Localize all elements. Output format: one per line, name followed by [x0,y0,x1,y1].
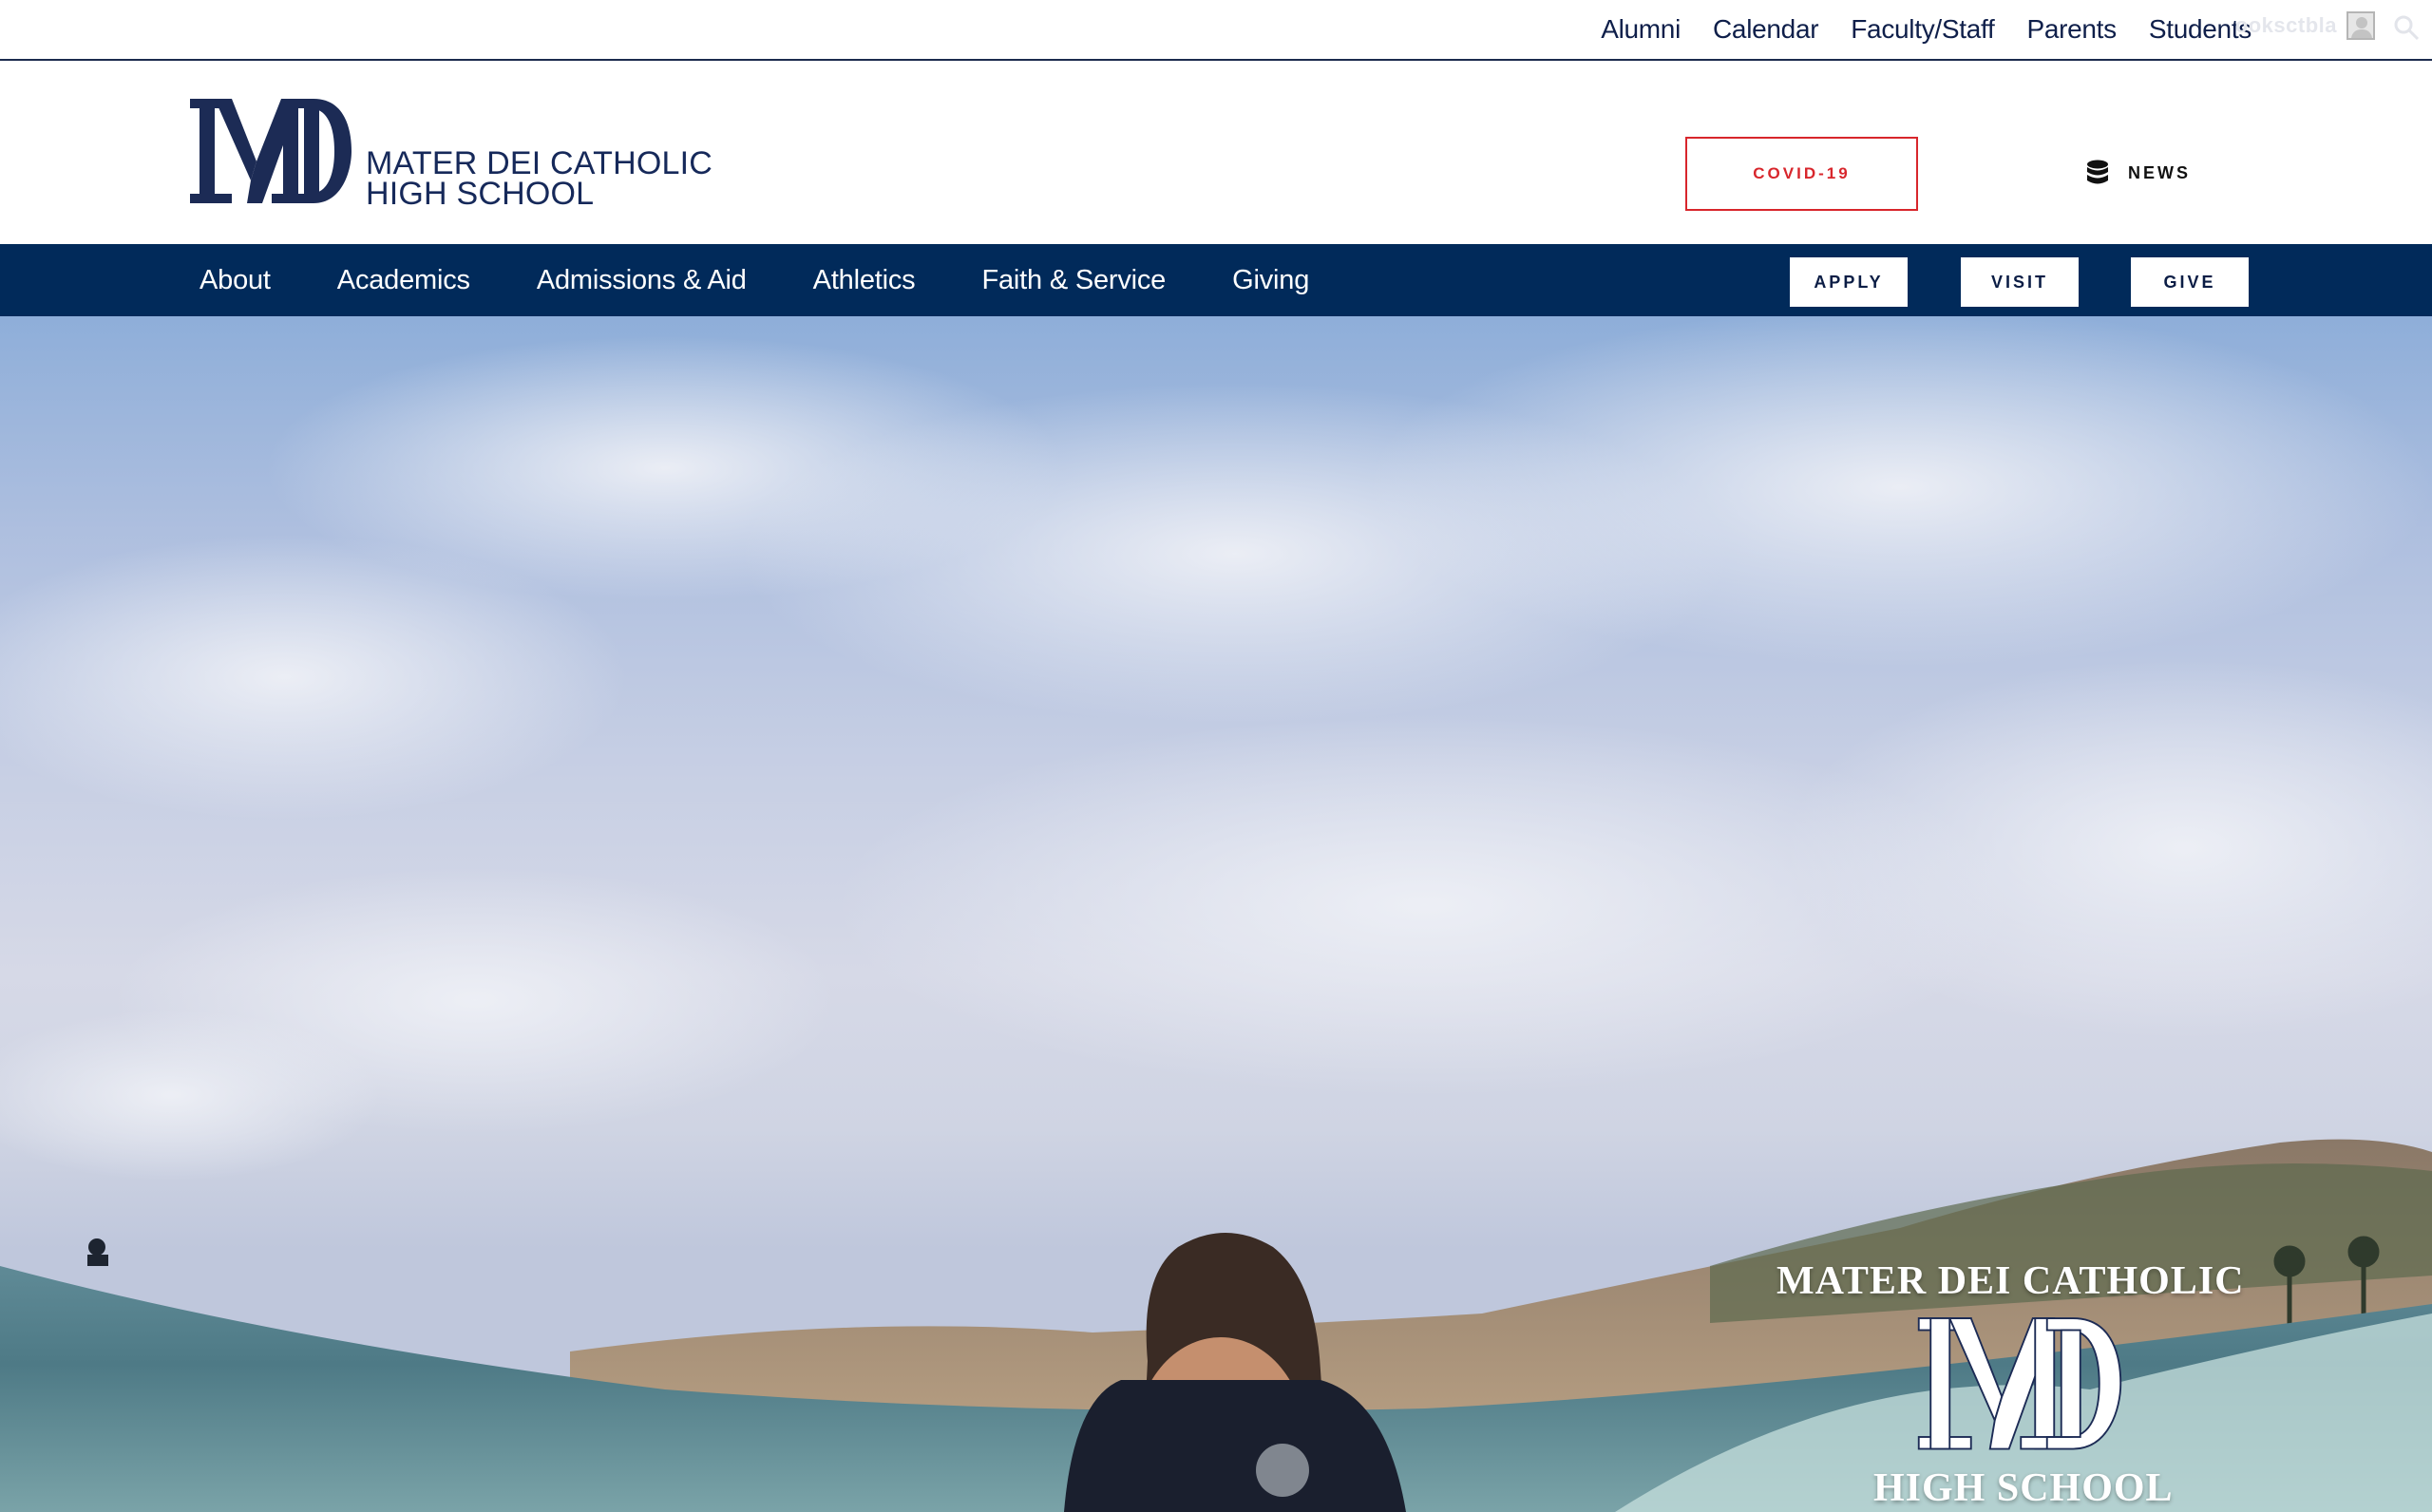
video-overlay-subtitle: HIGH SCHOOL [1873,1466,2174,1510]
give-button[interactable]: GIVE [2131,257,2249,307]
covid-19-button[interactable]: COVID-19 [1685,137,1918,211]
nav-item-faith-service[interactable]: Faith & Service [981,265,1166,296]
utility-link-faculty-staff[interactable]: Faculty/Staff [1851,14,1995,45]
hero-video[interactable]: MATER DEI CATHOLIC HIGH SCHOOL [0,316,2432,1512]
main-nav: About Academics Admissions & Aid Athleti… [0,244,2432,316]
school-name-line1: MATER DEI CATHOLIC [366,145,713,181]
user-avatar-icon[interactable] [2346,11,2375,40]
nav-item-admissions-aid[interactable]: Admissions & Aid [537,265,747,296]
utility-bar: Alumni Calendar Faculty/Staff Parents St… [0,0,2432,61]
news-label: NEWS [2128,162,2191,182]
nav-item-giving[interactable]: Giving [1232,265,1309,296]
apply-button[interactable]: APPLY [1790,257,1908,307]
school-name[interactable]: MATER DEI CATHOLIC HIGH SCHOOL [366,145,713,212]
video-overlay-title: MATER DEI CATHOLIC [1776,1259,2245,1303]
nav-item-academics[interactable]: Academics [337,265,470,296]
overlay-school-logo-icon [1917,1317,2122,1450]
utility-link-parents[interactable]: Parents [2026,14,2117,45]
utility-links: Alumni Calendar Faculty/Staff Parents St… [1568,0,2252,59]
nav-item-about[interactable]: About [200,265,271,296]
school-name-line2: HIGH SCHOOL [366,176,595,212]
visit-button[interactable]: VISIT [1961,257,2079,307]
utility-link-alumni[interactable]: Alumni [1601,14,1681,45]
search-icon[interactable] [2392,13,2421,42]
main-nav-items: About Academics Admissions & Aid Athleti… [200,244,1376,316]
user-name[interactable]: ooksctbla [2235,13,2337,38]
nav-item-athletics[interactable]: Athletics [813,265,916,296]
utility-link-calendar[interactable]: Calendar [1713,14,1819,45]
brand-header: MATER DEI CATHOLIC HIGH SCHOOL COVID-19 … [0,61,2432,244]
news-link[interactable]: NEWS [2086,160,2191,186]
school-logo-icon[interactable] [190,95,352,209]
database-icon [2087,160,2108,184]
